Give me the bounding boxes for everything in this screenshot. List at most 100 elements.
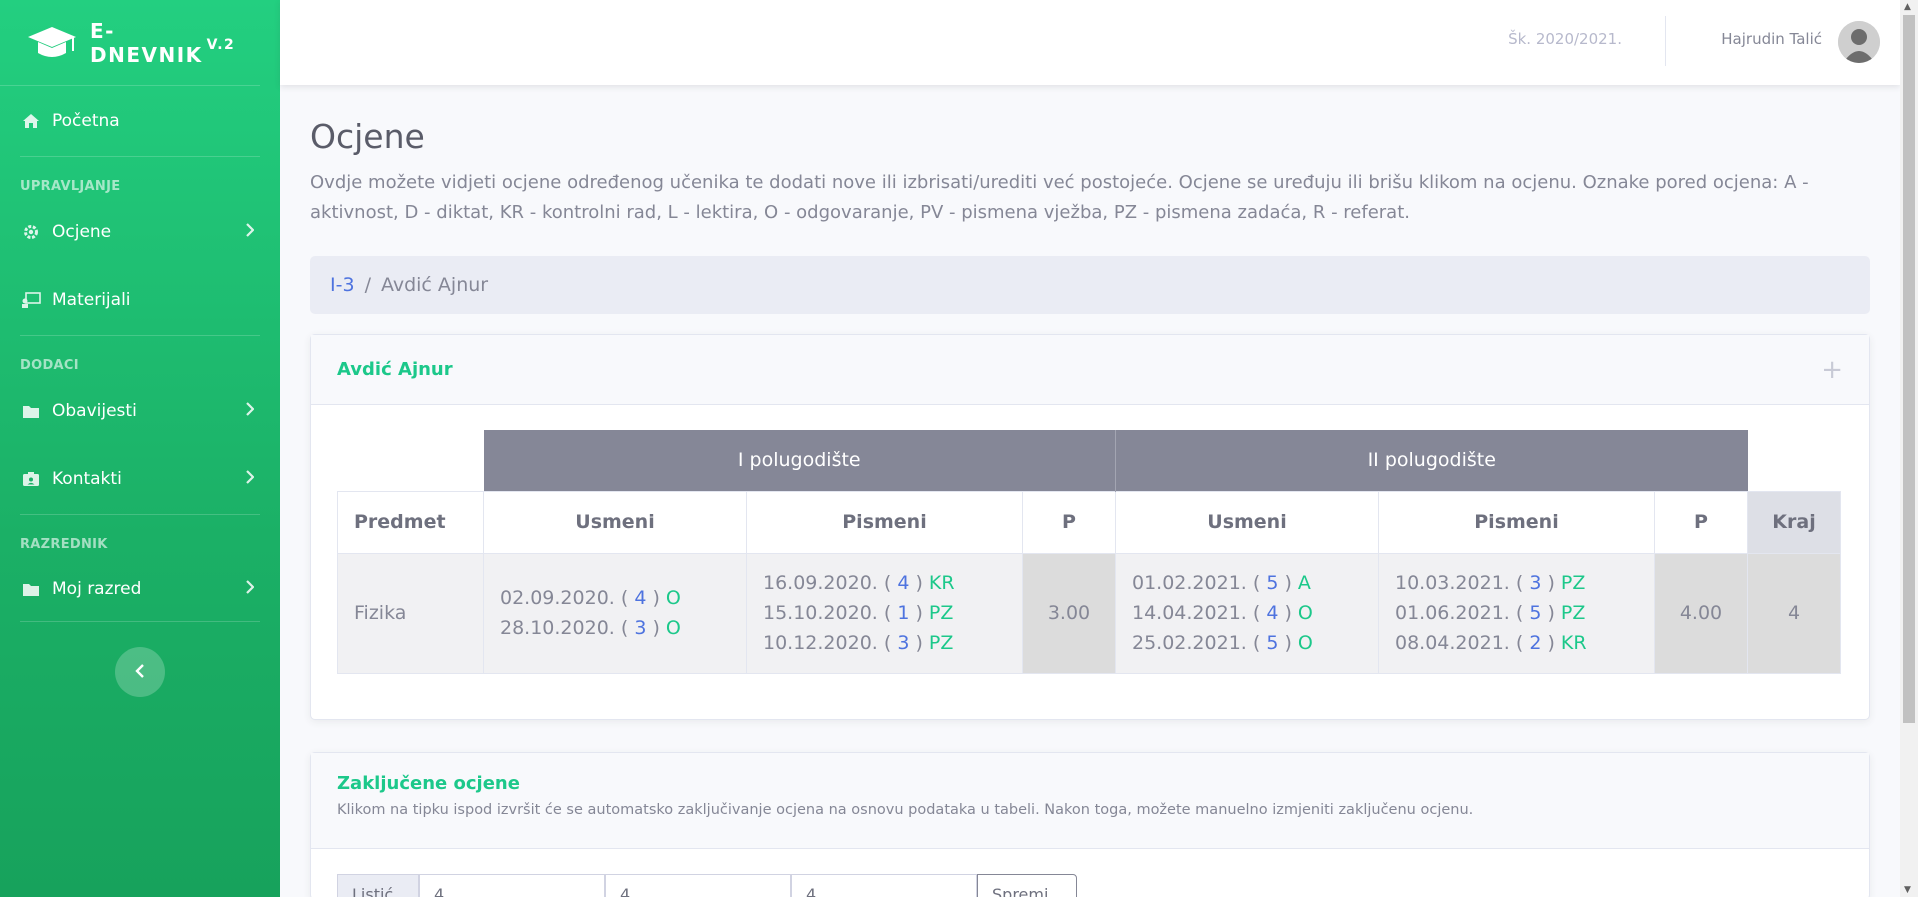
breadcrumb: I-3 / Avdić Ajnur [310,256,1870,314]
final-grade-input[interactable]: 4 [605,873,791,897]
grade-date: 28.10.2020. ( [500,617,635,639]
divider [20,621,260,622]
grade-date: 10.12.2020. ( [763,632,898,654]
s1-written-cell: 16.09.2020. ( 4 ) KR 15.10.2020. ( 1 ) PZ… [746,552,1023,674]
sidebar-item-label: Materijali [52,290,131,310]
grade-entry[interactable]: 01.02.2021. ( 5 ) A [1132,568,1378,598]
semester2-header: II polugodište [1115,430,1748,491]
main-content: Ocjene Ovdje možete vidjeti ocjene određ… [310,85,1870,897]
brand-version: V.2 [206,36,236,53]
brand[interactable]: E-DNEVNIK V.2 [0,0,260,86]
grade-entry[interactable]: 16.09.2020. ( 4 ) KR [763,568,1022,598]
grade-type: KR [928,572,955,594]
grade-entry[interactable]: 10.12.2020. ( 3 ) PZ [763,628,1022,658]
grade-entry[interactable]: 15.10.2020. ( 1 ) PZ [763,598,1022,628]
grade-type: PZ [928,632,954,654]
topbar-divider [1665,16,1666,66]
grade-entry[interactable]: 14.04.2021. ( 4 ) O [1132,598,1378,628]
grades-table: I polugodište II polugodište Predmet Usm… [337,430,1841,674]
card-header: Zaključene ocjene Klikom na tipku ispod … [311,752,1869,849]
final-grade-input[interactable]: 4 [791,873,977,897]
scroll-down-arrow-icon[interactable]: ▼ [1904,885,1911,895]
folder-icon [20,580,42,598]
card-title: Avdić Ajnur [337,359,453,380]
folder-icon [20,402,42,420]
sidebar: E-DNEVNIK V.2 Početna UPRAVLJANJE Ocjene … [0,0,280,897]
grade-bracket: ) [909,632,929,654]
grade-type: O [1297,632,1313,654]
grade-type: PZ [1560,602,1586,624]
sidebar-item-materials[interactable]: Materijali [0,265,280,335]
breadcrumb-student: Avdić Ajnur [380,274,489,296]
final-grades-label: Listić [337,873,419,897]
sidebar-item-label: Kontakti [52,469,122,489]
sidebar-item-notices[interactable]: Obavijesti [0,378,280,444]
grade-value: 3 [1529,572,1542,594]
grade-bracket: ) [1278,632,1298,654]
grade-type: PZ [1560,572,1586,594]
final-grade-cell: 4 [1747,552,1841,674]
address-card-icon [20,470,42,488]
chevron-right-icon [245,579,255,599]
grade-type: O [1297,602,1313,624]
brand-name: E-DNEVNIK V.2 [90,18,236,67]
grade-value: 3 [897,632,910,654]
grade-type: O [665,587,681,609]
grade-entry[interactable]: 08.04.2021. ( 2 ) KR [1395,628,1654,658]
user-name[interactable]: Hajrudin Talić [1721,30,1822,48]
sidebar-item-my-class[interactable]: Moj razred [0,557,280,621]
s2-written-cell: 10.03.2021. ( 3 ) PZ 01.06.2021. ( 5 ) PZ… [1378,552,1655,674]
scrollbar[interactable]: ▲ ▼ [1900,0,1918,897]
save-button[interactable]: Spremi [977,873,1077,897]
scroll-up-arrow-icon[interactable]: ▲ [1904,2,1911,12]
empty-header-cell [338,430,484,491]
col-subject: Predmet [337,490,484,554]
sidebar-item-label: Ocjene [52,222,112,242]
card-title: Zaključene ocjene [337,772,520,794]
final-grade-input[interactable]: 4 [419,873,605,897]
breadcrumb-separator: / [364,274,371,296]
grade-date: 02.09.2020. ( [500,587,635,609]
grade-value: 4 [897,572,910,594]
grade-date: 01.06.2021. ( [1395,602,1530,624]
sidebar-toggle-button[interactable] [115,647,165,697]
grade-bracket: ) [909,602,929,624]
grade-value: 4 [634,587,647,609]
final-grades-card: Zaključene ocjene Klikom na tipku ispod … [310,751,1870,897]
sidebar-item-contacts[interactable]: Kontakti [0,444,280,514]
empty-header-cell [1748,430,1841,491]
sidebar-item-label: Obavijesti [52,401,137,421]
grade-type: A [1297,572,1311,594]
grade-bracket: ) [646,587,666,609]
grade-date: 14.04.2021. ( [1132,602,1267,624]
s1-average-cell: 3.00 [1022,552,1116,674]
grade-value: 1 [897,602,910,624]
grade-entry[interactable]: 02.09.2020. ( 4 ) O [500,583,746,613]
sidebar-item-grades[interactable]: Ocjene [0,199,280,265]
topbar: Šk. 2020/2021. Hajrudin Talić [280,0,1900,85]
nav-heading-manage: UPRAVLJANJE [20,179,121,194]
grade-entry[interactable]: 25.02.2021. ( 5 ) O [1132,628,1378,658]
breadcrumb-class-link[interactable]: I-3 [330,274,355,296]
card-subtitle: Klikom na tipku ispod izvršit će se auto… [337,801,1474,818]
col-final: Kraj [1747,490,1841,554]
page-title: Ocjene [310,117,425,156]
avatar-icon[interactable] [1838,21,1880,63]
grade-entry[interactable]: 28.10.2020. ( 3 ) O [500,613,746,643]
final-grades-row: Listić 4 4 4 Spremi [337,873,1843,897]
grade-bracket: ) [1541,632,1561,654]
grade-date: 08.04.2021. ( [1395,632,1530,654]
nav-heading-extras: DODACI [20,358,79,373]
card-body: Listić 4 4 4 Spremi [311,849,1869,897]
col-s2-oral: Usmeni [1115,490,1379,554]
s2-oral-cell: 01.02.2021. ( 5 ) A 14.04.2021. ( 4 ) O 25… [1115,552,1379,674]
grade-entry[interactable]: 10.03.2021. ( 3 ) PZ [1395,568,1654,598]
plus-icon[interactable]: + [1821,355,1843,385]
subject-cell: Fizika [337,552,484,674]
col-s1-written: Pismeni [746,490,1023,554]
grade-bracket: ) [1541,602,1561,624]
scroll-thumb[interactable] [1903,15,1915,723]
grade-entry[interactable]: 01.06.2021. ( 5 ) PZ [1395,598,1654,628]
sidebar-item-home[interactable]: Početna [0,86,280,156]
school-year: Šk. 2020/2021. [1508,30,1622,48]
